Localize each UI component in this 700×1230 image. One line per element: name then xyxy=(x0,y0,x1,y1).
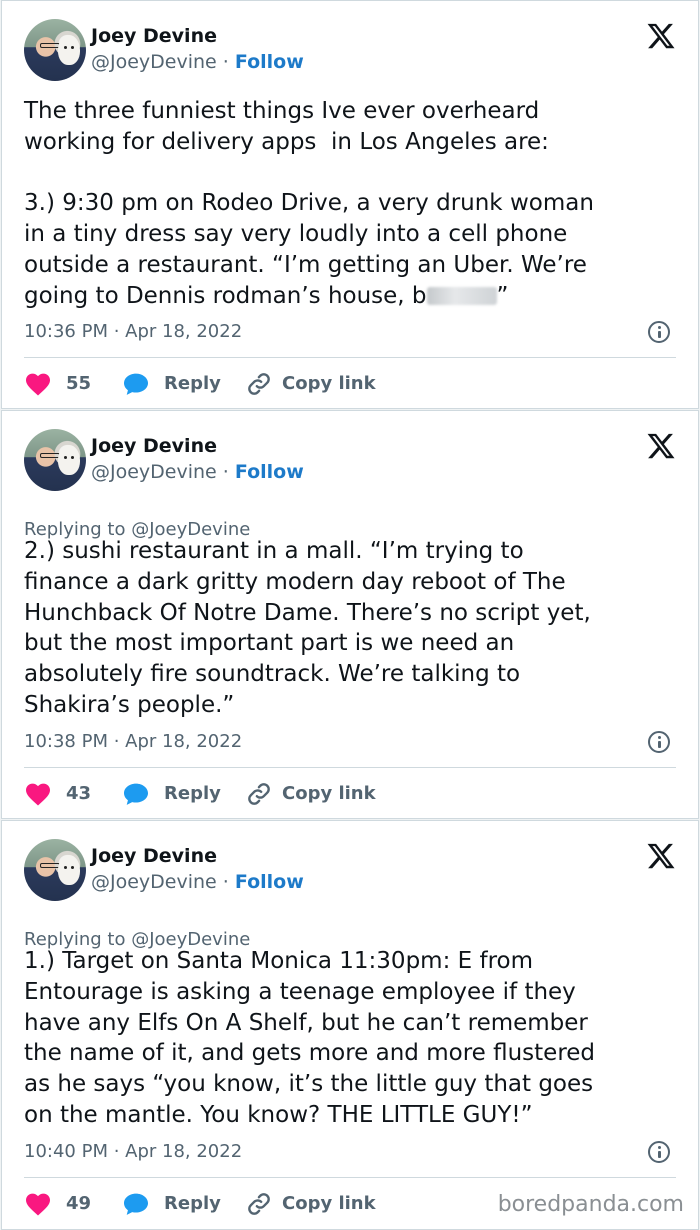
divider xyxy=(24,357,676,358)
divider xyxy=(24,1177,676,1178)
reply-bubble-icon xyxy=(124,373,148,395)
tweet-card: Joey Devine @JoeyDevine · Follow The thr… xyxy=(1,0,699,409)
author-name[interactable]: Joey Devine xyxy=(91,433,304,459)
like-count: 55 xyxy=(66,373,92,394)
tweet-text: 2.) sushi restaurant in a mall. “I’m try… xyxy=(24,538,591,718)
like-count: 49 xyxy=(66,1193,92,1214)
copy-link-button[interactable]: Copy link xyxy=(246,369,376,399)
follow-button[interactable]: Follow xyxy=(235,51,304,73)
follow-button[interactable]: Follow xyxy=(235,871,304,893)
reply-button[interactable]: Reply xyxy=(122,779,221,809)
avatar[interactable] xyxy=(24,429,86,491)
tweet-card: Joey Devine @JoeyDevine · Follow Replyin… xyxy=(1,410,699,819)
tweet-header: Joey Devine @JoeyDevine · Follow xyxy=(24,19,676,81)
author-name[interactable]: Joey Devine xyxy=(91,843,304,869)
like-button[interactable]: 43 xyxy=(24,779,91,809)
like-button[interactable]: 49 xyxy=(24,1189,91,1219)
heart-icon xyxy=(26,373,50,396)
info-icon[interactable] xyxy=(648,731,670,753)
x-logo-icon[interactable] xyxy=(646,841,676,871)
tweet-card: Joey Devine @JoeyDevine · Follow Replyin… xyxy=(1,820,699,1230)
tweet-timestamp[interactable]: 10:38 PM · Apr 18, 2022 xyxy=(24,727,676,757)
link-icon xyxy=(248,1193,270,1215)
divider xyxy=(24,767,676,768)
redacted-word xyxy=(426,286,497,305)
separator: · xyxy=(222,461,229,483)
author-handle[interactable]: @JoeyDevine xyxy=(91,51,217,73)
info-icon[interactable] xyxy=(648,1141,670,1163)
tweet-timestamp[interactable]: 10:36 PM · Apr 18, 2022 xyxy=(24,317,676,347)
avatar[interactable] xyxy=(24,19,86,81)
follow-button[interactable]: Follow xyxy=(235,461,304,483)
link-icon xyxy=(248,373,270,395)
author-handle[interactable]: @JoeyDevine xyxy=(91,871,217,893)
reply-bubble-icon xyxy=(124,1193,148,1215)
tweet-text: 1.) Target on Santa Monica 11:30pm: E fr… xyxy=(24,948,596,1128)
reply-bubble-icon xyxy=(124,783,148,805)
tweet-header: Joey Devine @JoeyDevine · Follow xyxy=(24,839,676,901)
tweet-text: The three funniest things Ive ever overh… xyxy=(24,98,594,309)
x-logo-icon[interactable] xyxy=(646,431,676,461)
link-icon xyxy=(248,783,270,805)
author-name[interactable]: Joey Devine xyxy=(91,23,304,49)
watermark: boredpanda.com xyxy=(497,1192,684,1217)
reply-button[interactable]: Reply xyxy=(122,1189,221,1219)
action-bar: 43 Reply Copy link xyxy=(24,779,676,809)
separator: · xyxy=(222,51,229,73)
x-logo-icon[interactable] xyxy=(646,21,676,51)
tweet-timestamp[interactable]: 10:40 PM · Apr 18, 2022 xyxy=(24,1137,676,1167)
heart-icon xyxy=(26,783,50,806)
heart-icon xyxy=(26,1193,50,1216)
avatar[interactable] xyxy=(24,839,86,901)
author-handle[interactable]: @JoeyDevine xyxy=(91,461,217,483)
separator: · xyxy=(222,871,229,893)
info-icon[interactable] xyxy=(648,321,670,343)
like-count: 43 xyxy=(66,783,92,804)
like-button[interactable]: 55 xyxy=(24,369,91,399)
copy-link-button[interactable]: Copy link xyxy=(246,1189,376,1219)
tweet-header: Joey Devine @JoeyDevine · Follow xyxy=(24,429,676,491)
reply-button[interactable]: Reply xyxy=(122,369,221,399)
copy-link-button[interactable]: Copy link xyxy=(246,779,376,809)
action-bar: 55 Reply Copy link xyxy=(24,369,676,399)
